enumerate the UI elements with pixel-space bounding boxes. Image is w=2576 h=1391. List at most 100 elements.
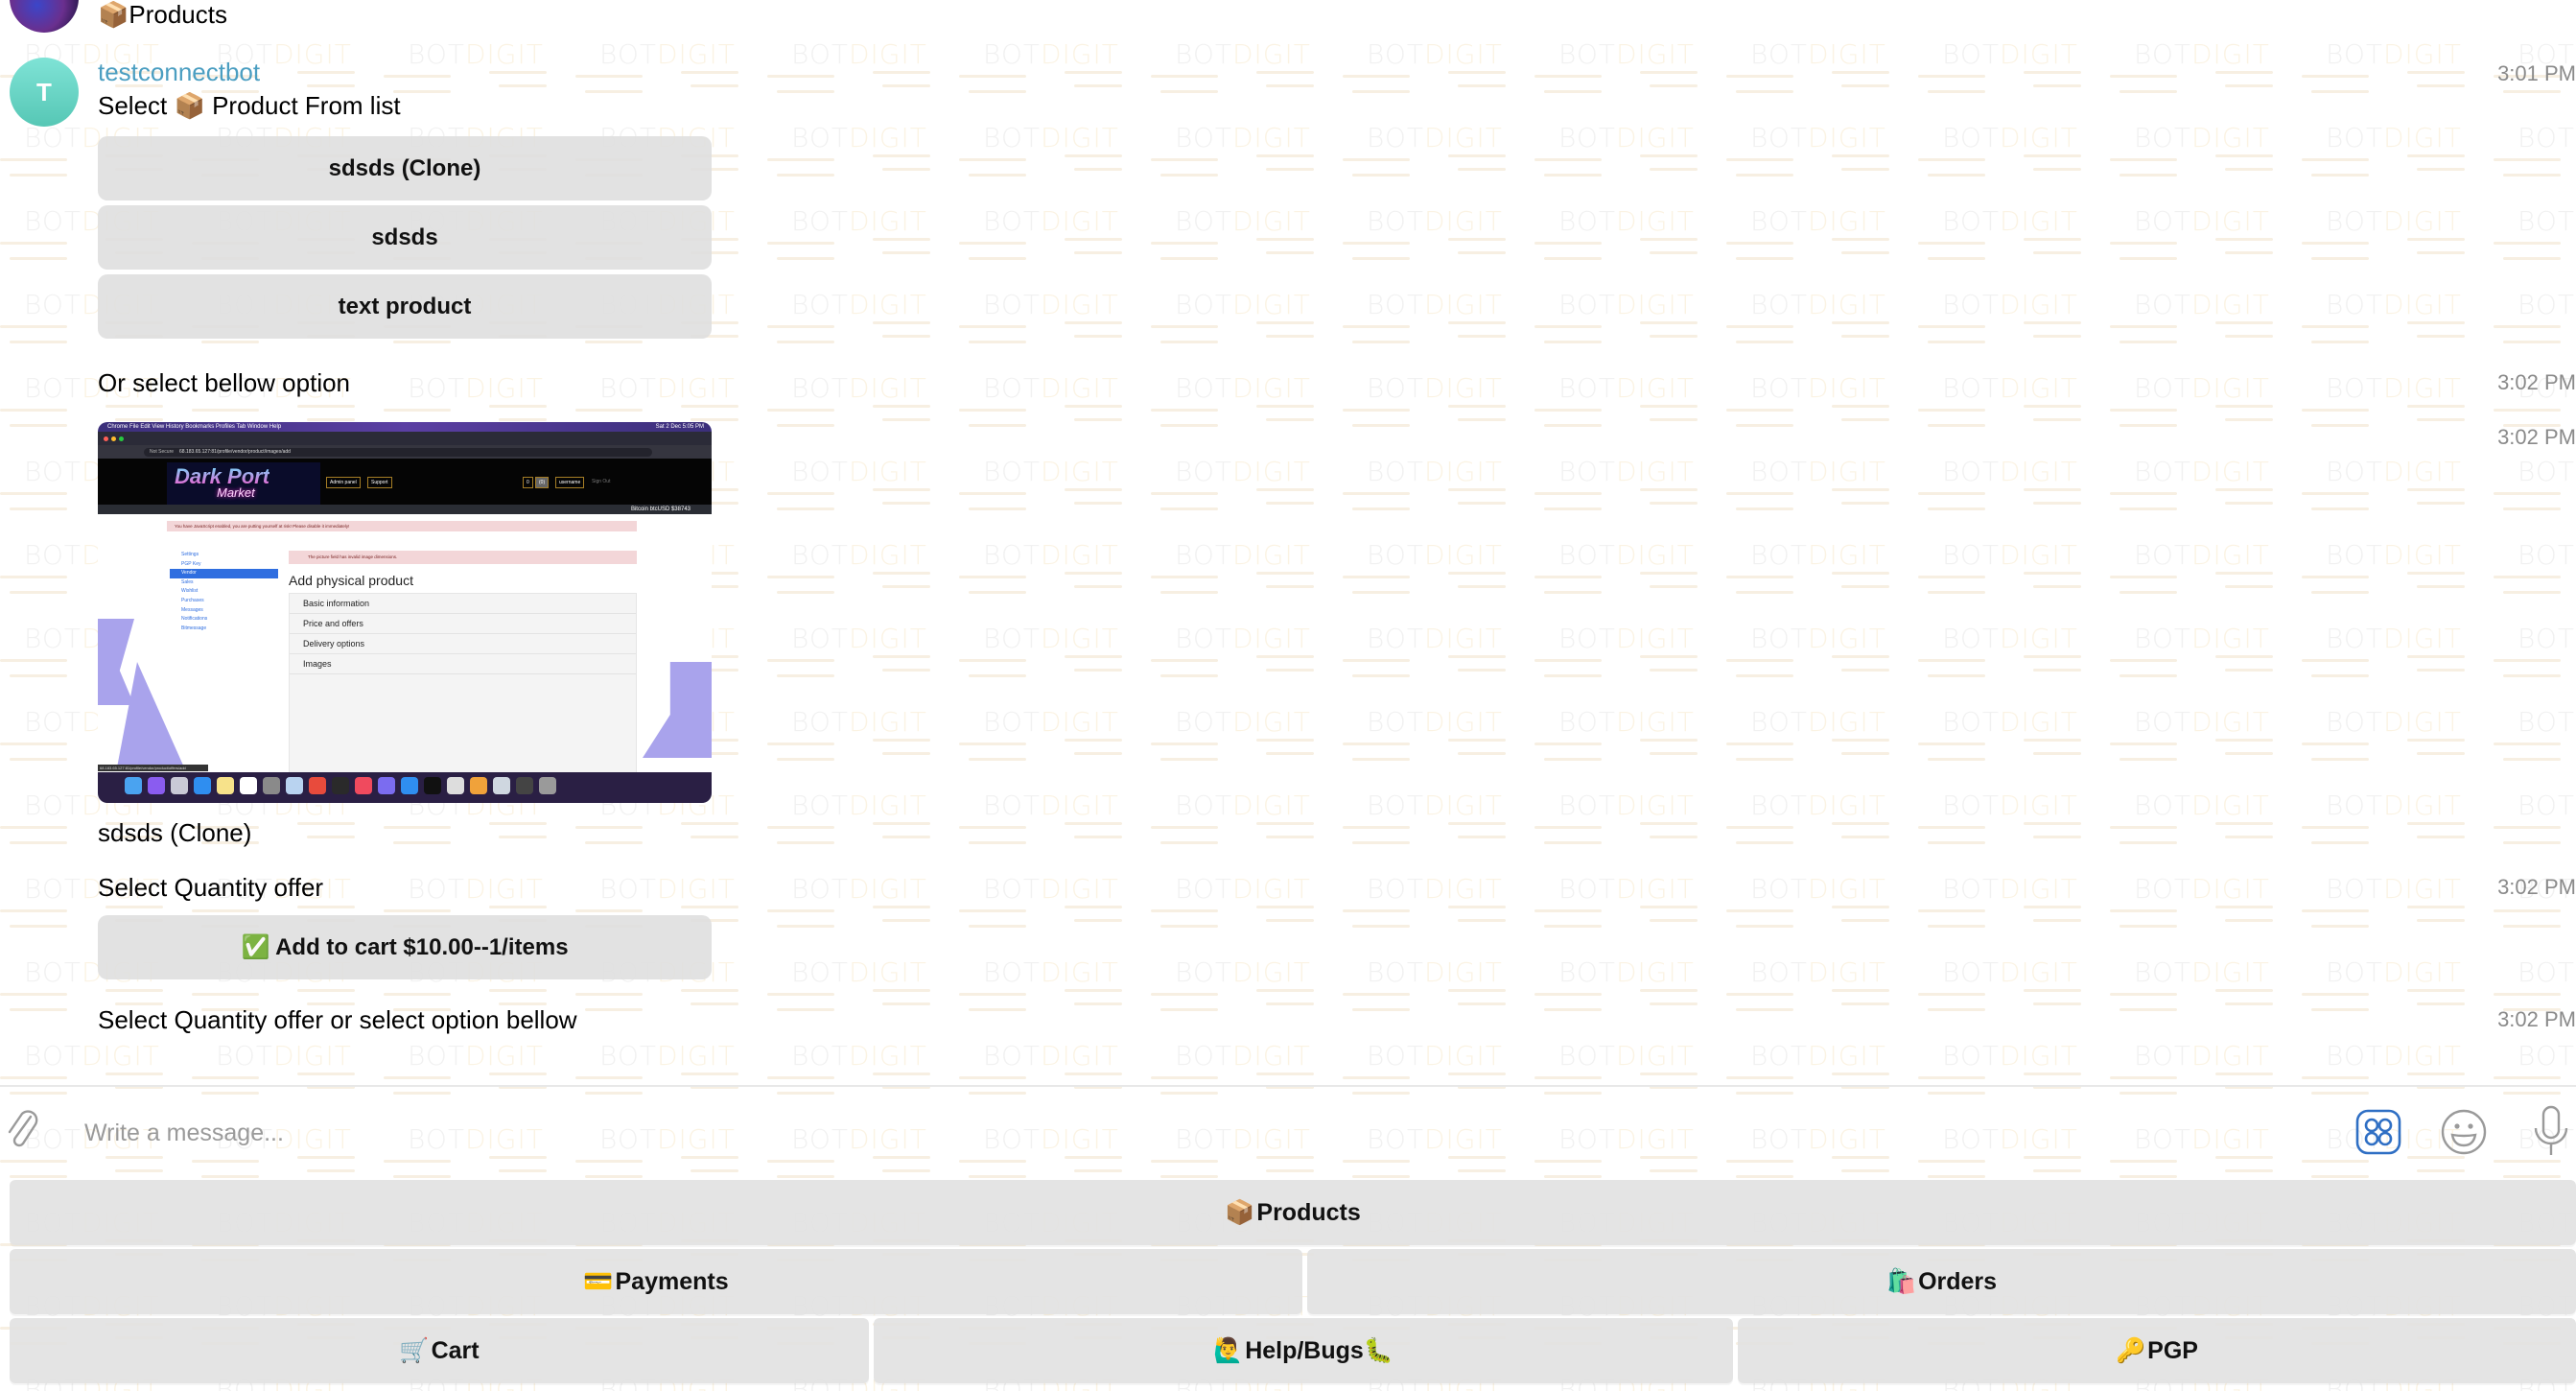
watermark-tile: BOTDIGIT	[1726, 29, 1918, 112]
user-avatar[interactable]	[10, 0, 79, 33]
watermark-tile: BOTDIGIT	[1726, 446, 1918, 530]
watermark-tile: BOTDIGIT	[1343, 446, 1534, 530]
keyboard-button-label: Orders	[1918, 1267, 1998, 1295]
watermark-tile: BOTDIGIT	[959, 696, 1151, 780]
shopping-cart-icon: 🛒	[399, 1336, 430, 1364]
bot-avatar[interactable]: T	[10, 58, 79, 127]
watermark-tile: BOTDIGIT	[1726, 1030, 1918, 1114]
photo-dock-icons	[125, 777, 556, 794]
keyboard-button-products[interactable]: 📦 Products	[10, 1180, 2576, 1245]
message-text: Or select bellow option	[98, 368, 351, 397]
dock-app-icon	[240, 777, 257, 794]
watermark-tile: BOTDIGIT	[1343, 196, 1534, 279]
message-timestamp: 3:02 PM	[2497, 425, 2576, 449]
watermark-tile: BOTDIGIT	[959, 446, 1151, 530]
watermark-tile: BOTDIGIT	[1534, 613, 1726, 696]
inline-button-product[interactable]: sdsds	[98, 205, 712, 270]
photo-sidebar-item: Sales	[181, 578, 194, 585]
watermark-tile: BOTDIGIT	[2302, 29, 2494, 112]
bot-sender-name[interactable]: testconnectbot	[98, 58, 260, 87]
dock-app-icon	[516, 777, 533, 794]
composer-divider	[0, 1085, 2576, 1087]
keyboard-button-cart[interactable]: 🛒 Cart	[10, 1318, 869, 1383]
watermark-tile: BOTDIGIT	[0, 1030, 192, 1114]
watermark-tile: BOTDIGIT	[1918, 363, 2110, 446]
watermark-tile: BOTDIGIT	[2110, 947, 2302, 1030]
keyboard-button-pgp[interactable]: 🔑 PGP	[1738, 1318, 2576, 1383]
watermark-tile: BOTDIGIT	[767, 696, 959, 780]
message-timestamp: 3:02 PM	[2497, 370, 2576, 394]
message-timestamp: 3:02 PM	[2497, 875, 2576, 899]
photo-menubar-clock: Sat 2 Dec 5:05 PM	[655, 424, 704, 430]
watermark-tile: BOTDIGIT	[767, 1030, 959, 1114]
watermark-tile: BOTDIGIT	[1918, 696, 2110, 780]
watermark-tile: BOTDIGIT	[1534, 780, 1726, 863]
watermark-tile: BOTDIGIT	[1534, 696, 1726, 780]
keyboard-button-orders[interactable]: 🛍️ Orders	[1307, 1249, 2576, 1314]
photo-sidebar-item: Vendor	[170, 569, 278, 578]
watermark-tile: BOTDIGIT	[767, 446, 959, 530]
dock-app-icon	[125, 777, 142, 794]
watermark-tile: BOTDIGIT	[1534, 1030, 1726, 1114]
watermark-tile: BOTDIGIT	[1918, 947, 2110, 1030]
watermark-tile: BOTDIGIT	[959, 363, 1151, 446]
keyboard-button-payments[interactable]: 💳 Payments	[10, 1249, 1302, 1314]
add-to-cart-button[interactable]: ✅ Add to cart $10.00--1/items	[98, 915, 712, 979]
watermark-tile: BOTDIGIT	[2302, 196, 2494, 279]
dock-app-icon	[493, 777, 510, 794]
message-text: Select Quantity offer	[98, 873, 324, 902]
paperclip-icon[interactable]	[6, 1109, 40, 1151]
inline-button-product[interactable]: text product	[98, 274, 712, 339]
watermark-tile: BOTDIGIT	[575, 29, 767, 112]
watermark-tile: BOTDIGIT	[2302, 780, 2494, 863]
watermark-tile: BOTDIGIT	[959, 863, 1151, 947]
watermark-tile: BOTDIGIT	[1343, 363, 1534, 446]
inline-button-product[interactable]: sdsds (Clone)	[98, 136, 712, 200]
watermark-tile: BOTDIGIT	[1534, 863, 1726, 947]
watermark-tile: BOTDIGIT	[959, 196, 1151, 279]
watermark-tile: BOTDIGIT	[1918, 1030, 2110, 1114]
watermark-tile: BOTDIGIT	[2110, 279, 2302, 363]
message-photo[interactable]: Chrome File Edit View History Bookmarks …	[98, 422, 712, 803]
watermark-tile: BOTDIGIT	[1343, 279, 1534, 363]
watermark-tile: BOTDIGIT	[2494, 279, 2576, 363]
watermark-tile: BOTDIGIT	[1918, 780, 2110, 863]
keyboard-button-help-bugs[interactable]: 🙋‍♂️ Help/Bugs🐛	[874, 1318, 1733, 1383]
watermark-tile: BOTDIGIT	[2302, 446, 2494, 530]
watermark-tile: BOTDIGIT	[1726, 196, 1918, 279]
watermark-tile: BOTDIGIT	[767, 363, 959, 446]
watermark-tile: BOTDIGIT	[1151, 863, 1343, 947]
keyboard-button-label: Cart	[431, 1336, 480, 1364]
microphone-icon[interactable]	[2532, 1105, 2570, 1157]
watermark-tile: BOTDIGIT	[1534, 279, 1726, 363]
message-input[interactable]	[84, 1113, 2290, 1153]
watermark-tile: BOTDIGIT	[2110, 112, 2302, 196]
photo-price-ticker: Bitcoin btcUSD $38743	[98, 505, 712, 514]
emoji-icon[interactable]	[2441, 1109, 2487, 1155]
photo-sidebar-item: Settings	[181, 552, 199, 557]
photo-decor-shape	[643, 662, 712, 758]
keyboard-button-label: Help/Bugs🐛	[1245, 1336, 1393, 1364]
shopping-bags-icon: 🛍️	[1885, 1267, 1917, 1295]
watermark-tile: BOTDIGIT	[2494, 613, 2576, 696]
watermark-tile: BOTDIGIT	[767, 279, 959, 363]
dock-app-icon	[332, 777, 349, 794]
watermark-tile: BOTDIGIT	[2302, 613, 2494, 696]
watermark-tile: BOTDIGIT	[1343, 780, 1534, 863]
watermark-tile: BOTDIGIT	[1151, 29, 1343, 112]
key-icon: 🔑	[2116, 1336, 2146, 1364]
watermark-tile: BOTDIGIT	[767, 112, 959, 196]
bot-keyboard-toggle-icon[interactable]	[2355, 1109, 2401, 1155]
photo-username: username	[555, 477, 585, 488]
watermark-tile: BOTDIGIT	[2494, 780, 2576, 863]
watermark-tile: BOTDIGIT	[2110, 863, 2302, 947]
photo-sidebar-item: Bitmessage	[181, 625, 207, 631]
photo-sidebar-item: Wishlist	[181, 588, 199, 595]
watermark-tile: BOTDIGIT	[1726, 947, 1918, 1030]
photo-sections: Basic information Price and offers Deliver…	[289, 593, 637, 785]
watermark-tile: BOTDIGIT	[1343, 947, 1534, 1030]
watermark-tile: BOTDIGIT	[1151, 279, 1343, 363]
watermark-tile: BOTDIGIT	[959, 112, 1151, 196]
keyboard-button-label: PGP	[2147, 1336, 2198, 1364]
watermark-tile: BOTDIGIT	[1918, 530, 2110, 613]
